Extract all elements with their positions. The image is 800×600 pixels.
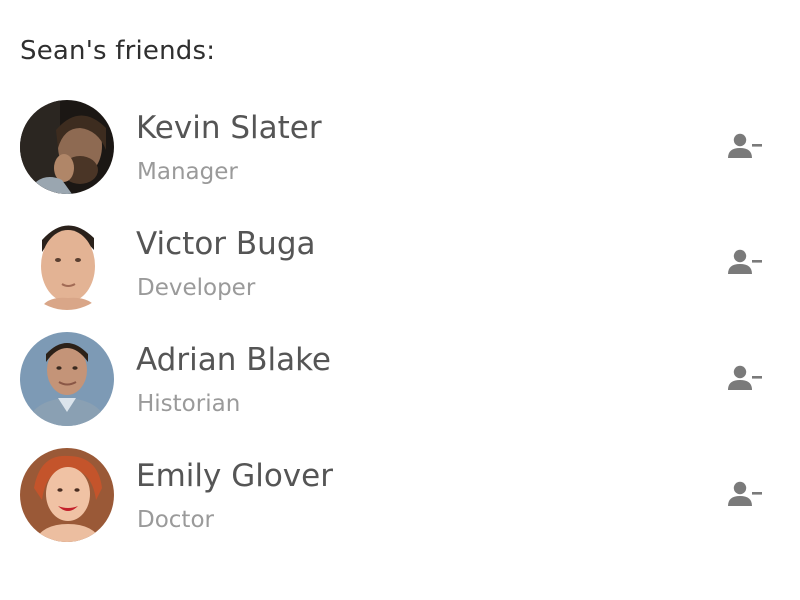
avatar bbox=[20, 332, 114, 426]
person-minus-icon bbox=[728, 249, 762, 274]
remove-friend-button[interactable] bbox=[726, 246, 766, 280]
list-item: Emily Glover Doctor bbox=[0, 448, 800, 564]
person-minus-icon bbox=[728, 133, 762, 158]
avatar-photo-kevin bbox=[20, 100, 114, 194]
friends-panel: Sean's friends: Kevin Slater Manager Vic… bbox=[0, 0, 800, 600]
list-item: Victor Buga Developer bbox=[0, 216, 800, 332]
avatar bbox=[20, 448, 114, 542]
remove-friend-button[interactable] bbox=[726, 478, 766, 512]
avatar-photo-emily bbox=[20, 448, 114, 542]
friend-role: Historian bbox=[137, 391, 241, 417]
avatar-photo-victor bbox=[20, 216, 114, 310]
friend-role: Doctor bbox=[137, 507, 214, 533]
friend-name: Adrian Blake bbox=[136, 342, 331, 378]
friend-role: Manager bbox=[137, 159, 238, 185]
page-title: Sean's friends: bbox=[20, 36, 216, 66]
friend-role: Developer bbox=[137, 275, 256, 301]
friend-name: Victor Buga bbox=[136, 226, 316, 262]
remove-friend-button[interactable] bbox=[726, 130, 766, 164]
avatar bbox=[20, 100, 114, 194]
avatar bbox=[20, 216, 114, 310]
avatar-photo-adrian bbox=[20, 332, 114, 426]
friend-name: Emily Glover bbox=[136, 458, 333, 494]
list-item: Adrian Blake Historian bbox=[0, 332, 800, 448]
remove-friend-button[interactable] bbox=[726, 362, 766, 396]
list-item: Kevin Slater Manager bbox=[0, 100, 800, 216]
person-minus-icon bbox=[728, 365, 762, 390]
person-minus-icon bbox=[728, 481, 762, 506]
friend-name: Kevin Slater bbox=[136, 110, 322, 146]
